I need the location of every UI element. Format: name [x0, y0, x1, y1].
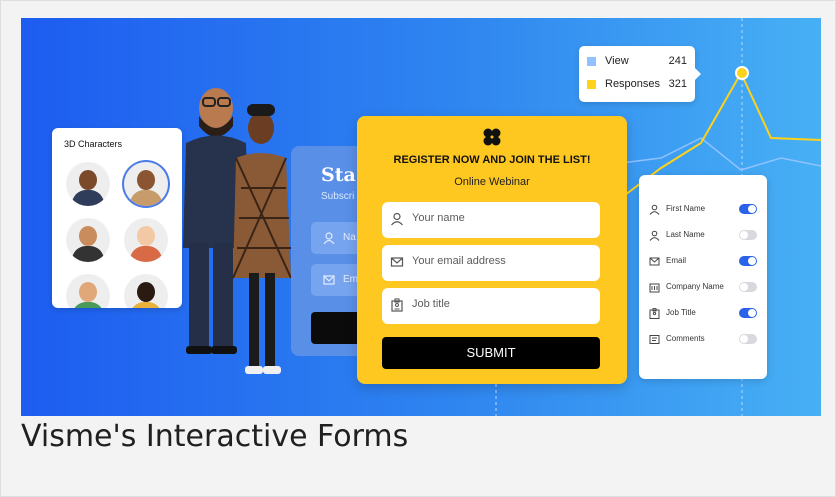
email-input-placeholder: Your email address: [412, 255, 506, 267]
user-icon: [323, 232, 335, 244]
character-avatar[interactable]: [66, 218, 110, 262]
field-row-job-title: Job Title: [649, 306, 759, 322]
subscribe-card-subtitle: Subscri: [321, 191, 355, 202]
register-subtitle: Online Webinar: [454, 176, 530, 188]
people-illustration: [183, 88, 292, 374]
name-input-placeholder: Your name: [412, 212, 465, 224]
badge-icon: [649, 308, 660, 319]
email-input[interactable]: Your email address: [382, 245, 600, 281]
register-title: REGISTER NOW AND JOIN THE LIST!: [393, 154, 591, 166]
field-label: Last Name: [666, 230, 705, 239]
user-icon: [649, 230, 660, 241]
name-input[interactable]: Your name: [382, 202, 600, 238]
user-icon: [391, 212, 403, 226]
responses-peak-point: [735, 66, 749, 80]
job-title-placeholder: Job title: [412, 298, 450, 310]
register-form-card: REGISTER NOW AND JOIN THE LIST! Online W…: [357, 116, 627, 384]
view-swatch: [587, 57, 596, 66]
field-row-first-name: First Name: [649, 202, 759, 218]
toggle-first-name[interactable]: [739, 204, 757, 214]
field-label: Comments: [666, 334, 705, 343]
subscribe-email-placeholder: Em: [343, 274, 358, 285]
badge-icon: [391, 298, 403, 312]
form-fields-panel: First Name Last Name Email Company Name: [639, 175, 767, 379]
legend-name: Responses: [605, 78, 661, 90]
character-avatar[interactable]: [66, 162, 110, 206]
job-title-input[interactable]: Job title: [382, 288, 600, 324]
embed-frame: View 241 Responses 321 3D Characters Sta…: [0, 0, 836, 497]
field-row-email: Email: [649, 254, 759, 270]
field-label: Email: [666, 256, 687, 265]
toggle-comments[interactable]: [739, 334, 757, 344]
legend-item-responses: Responses 321: [587, 78, 691, 92]
subscribe-card-title: Sta: [321, 164, 356, 186]
user-icon: [649, 204, 660, 215]
comment-icon: [649, 335, 660, 344]
responses-swatch: [587, 80, 596, 89]
subscribe-name-placeholder: Na: [343, 232, 356, 243]
submit-button[interactable]: SUBMIT: [382, 337, 600, 369]
legend-name: View: [605, 55, 629, 67]
toggle-email[interactable]: [739, 256, 757, 266]
toggle-job-title[interactable]: [739, 308, 757, 318]
field-row-comments: Comments: [649, 332, 759, 348]
field-row-last-name: Last Name: [649, 228, 759, 244]
mail-icon: [390, 257, 404, 267]
image-caption: Visme's Interactive Forms: [21, 419, 409, 454]
hero-image: View 241 Responses 321 3D Characters Sta…: [21, 18, 821, 416]
toggle-last-name[interactable]: [739, 230, 757, 240]
legend-item-view: View 241: [587, 55, 691, 69]
field-row-company-name: Company Name: [649, 280, 759, 296]
field-label: Job Title: [666, 308, 696, 317]
legend-value: 241: [668, 55, 687, 67]
character-avatar[interactable]: [66, 274, 110, 308]
characters-card-title: 3D Characters: [64, 139, 123, 149]
view-series-line: [620, 137, 821, 171]
mail-icon: [649, 257, 660, 266]
mail-icon: [323, 275, 335, 285]
building-icon: [649, 283, 660, 293]
legend-value: 321: [668, 78, 687, 90]
clover-logo-icon: [483, 128, 501, 146]
chart-legend: View 241 Responses 321: [579, 46, 701, 102]
field-label: First Name: [666, 204, 706, 213]
field-label: Company Name: [666, 282, 724, 291]
toggle-company-name[interactable]: [739, 282, 757, 292]
